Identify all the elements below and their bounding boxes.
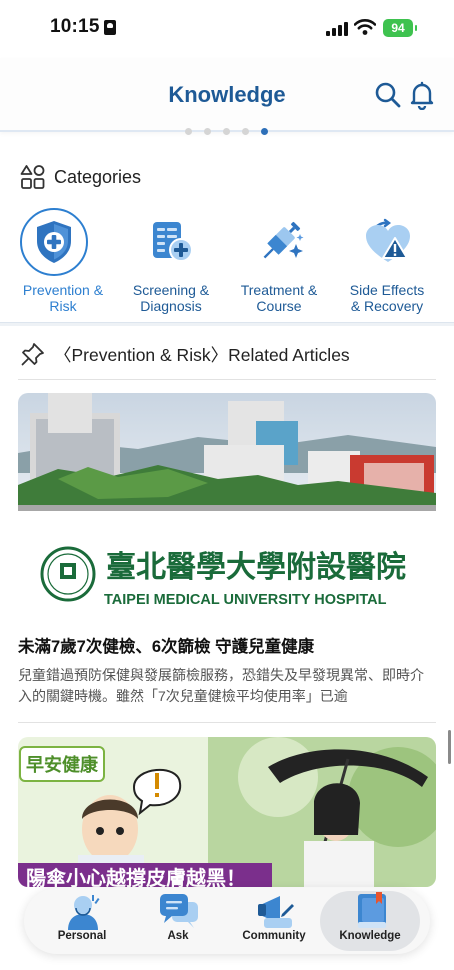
pager-dot[interactable] — [242, 128, 249, 135]
umbrella-photo: 早安健康 陽傘小心越撐皮膚越黑！ — [18, 737, 436, 887]
category-side-effects-recovery[interactable]: Side Effects & Recovery — [332, 204, 442, 320]
pager-dot[interactable] — [185, 128, 192, 135]
nav-label: Community — [242, 930, 306, 942]
article-title: 未滿7歲7次健檢、6次篩檢 守護兒童健康 — [18, 638, 315, 656]
nav-label: Knowledge — [339, 930, 401, 942]
app-header: Knowledge — [0, 58, 454, 132]
wifi-icon — [354, 19, 376, 35]
divider — [18, 379, 436, 380]
category-screening-diagnosis[interactable]: Screening & Diagnosis — [116, 204, 226, 320]
article-banner-text: 陽傘小心越撐皮膚越黑！ — [26, 866, 246, 887]
nav-personal[interactable]: Personal — [32, 888, 132, 954]
clipboard-plus-icon — [153, 222, 193, 262]
category-label: Prevention & Risk — [22, 282, 104, 314]
category-label: Screening & Diagnosis — [132, 282, 210, 314]
nav-label: Personal — [57, 930, 107, 942]
nav-ask[interactable]: Ask — [128, 888, 228, 954]
pager-dot[interactable] — [204, 128, 211, 135]
id-card-icon — [104, 20, 116, 35]
article-excerpt: 兒童錯過預防保健與發展篩檢服務，恐錯失及早發現異常、即時介入的關鍵時機。雖然「7… — [18, 667, 424, 704]
categories-icon — [20, 165, 45, 189]
category-label: Side Effects & Recovery — [349, 282, 425, 314]
book-icon — [358, 892, 386, 928]
categories-title: Categories — [54, 166, 142, 187]
scrollbar[interactable] — [448, 730, 451, 764]
article-image: 早安健康 陽傘小心越撐皮膚越黑！ — [18, 737, 436, 887]
pager-dot[interactable] — [223, 128, 230, 135]
section-divider — [0, 322, 454, 326]
syringe-sparkle-icon — [263, 221, 304, 259]
signal-icon — [326, 22, 348, 36]
hospital-name-cn: 臺北醫學大學附設醫院 — [106, 550, 406, 585]
category-treatment-course[interactable]: Treatment & Course — [224, 204, 334, 320]
divider — [18, 722, 436, 723]
megaphone-pen-icon — [258, 896, 294, 928]
article-image: 臺北醫學大學附設醫院 TAIPEI MEDICAL UNIVERSITY HOS… — [18, 393, 436, 621]
bell-icon[interactable] — [407, 80, 437, 110]
source-badge: 早安健康 — [26, 754, 99, 776]
search-icon[interactable] — [373, 80, 403, 110]
pager-dot-active[interactable] — [261, 128, 268, 135]
shield-plus-icon — [37, 221, 71, 263]
categories-header: Categories — [20, 163, 141, 191]
nav-knowledge[interactable]: Knowledge — [320, 891, 420, 951]
articles-header: 〈Prevention & Risk〉Related Articles — [20, 340, 350, 368]
category-prevention-risk[interactable]: Prevention & Risk — [8, 204, 118, 320]
articles-title: 〈Prevention & Risk〉Related Articles — [54, 344, 350, 365]
nav-community[interactable]: Community — [224, 888, 324, 954]
hospital-photo: 臺北醫學大學附設醫院 TAIPEI MEDICAL UNIVERSITY HOS… — [18, 393, 436, 621]
status-bar: 10:15 94 — [0, 0, 454, 58]
category-list: Prevention &Risk Screening &Diagnosis — [0, 204, 454, 320]
pin-icon — [21, 343, 44, 366]
chat-bubbles-icon — [160, 894, 198, 928]
nav-label: Ask — [167, 930, 189, 942]
bottom-nav: Personal Ask Community Knowledge — [24, 888, 430, 954]
heart-alert-icon — [366, 218, 410, 262]
battery-indicator: 94 — [383, 19, 417, 37]
status-time: 10:15 — [50, 16, 100, 37]
hospital-name-en: TAIPEI MEDICAL UNIVERSITY HOSPITAL — [104, 592, 387, 608]
category-label: Treatment & Course — [240, 282, 318, 314]
person-icon — [68, 895, 100, 930]
